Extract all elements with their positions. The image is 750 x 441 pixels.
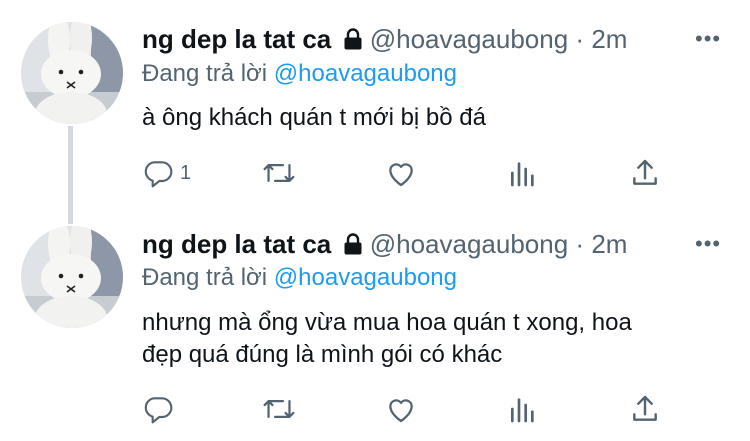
views-icon — [510, 398, 534, 423]
tweet-actions: 1 — [0, 157, 750, 191]
tweet-header: ng dep la tat ca @hoavagaubong · 2m — [142, 24, 627, 56]
retweet-icon — [263, 164, 295, 182]
share-icon — [633, 159, 657, 185]
replying-prefix: Đang trả lời — [142, 60, 268, 87]
reply-icon — [144, 161, 173, 188]
replying-to: Đang trả lời @hoavagaubong — [142, 263, 457, 293]
like-button[interactable] — [385, 157, 417, 189]
like-icon — [389, 399, 413, 423]
more-options-icon[interactable]: ••• — [695, 28, 721, 50]
tweet-text-line: nhưng mà ổng vừa mua hoa quán t xong, ho… — [142, 309, 632, 336]
lock-icon — [343, 26, 363, 56]
display-name[interactable]: ng dep la tat ca — [142, 229, 331, 259]
retweet-icon — [263, 400, 295, 418]
reply-button[interactable]: 1 — [142, 157, 191, 189]
views-button[interactable] — [508, 157, 538, 189]
bunny-plush-avatar-image — [21, 22, 123, 124]
reply-count: 1 — [180, 161, 192, 184]
replying-to: Đang trả lời @hoavagaubong — [142, 59, 457, 89]
handle[interactable]: @hoavagaubong — [370, 229, 568, 259]
tweet-text: nhưng mà ổng vừa mua hoa quán t xong, ho… — [142, 307, 632, 371]
bunny-plush-avatar-image — [21, 226, 123, 328]
tweet-text: à ông khách quán t mới bị bồ đá — [142, 102, 486, 134]
share-button[interactable] — [629, 157, 661, 189]
separator: · — [575, 24, 585, 54]
reply-button[interactable] — [142, 393, 180, 425]
avatar[interactable] — [21, 22, 123, 124]
like-button[interactable] — [385, 393, 417, 425]
lock-icon — [343, 231, 363, 261]
handle[interactable]: @hoavagaubong — [370, 24, 568, 54]
tweet-actions — [0, 393, 750, 427]
share-icon — [633, 395, 657, 421]
replying-to-mention[interactable]: @hoavagaubong — [274, 60, 457, 87]
avatar[interactable] — [21, 226, 123, 328]
separator: · — [575, 229, 585, 259]
replying-prefix: Đang trả lời — [142, 264, 268, 291]
timestamp[interactable]: 2m — [591, 229, 627, 259]
share-button[interactable] — [629, 393, 661, 425]
replying-to-mention[interactable]: @hoavagaubong — [274, 264, 457, 291]
more-options-icon[interactable]: ••• — [695, 233, 721, 255]
retweet-button[interactable] — [262, 157, 296, 189]
views-icon — [510, 162, 534, 187]
reply-icon — [144, 397, 173, 424]
like-icon — [389, 163, 413, 187]
tweet-header: ng dep la tat ca @hoavagaubong · 2m — [142, 229, 627, 261]
views-button[interactable] — [508, 393, 538, 425]
tweet-text-line: à ông khách quán t mới bị bồ đá — [142, 104, 486, 131]
display-name[interactable]: ng dep la tat ca — [142, 24, 331, 54]
retweet-button[interactable] — [262, 393, 296, 425]
tweet-text-line: đẹp quá đúng là mình gói có khác — [142, 341, 503, 368]
timestamp[interactable]: 2m — [591, 24, 627, 54]
